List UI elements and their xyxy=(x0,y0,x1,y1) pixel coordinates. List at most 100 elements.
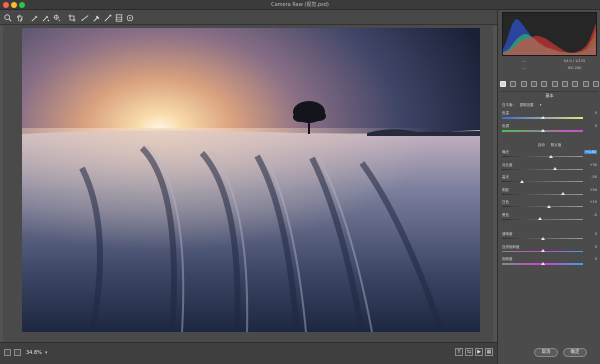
zoom-out-button[interactable] xyxy=(4,349,11,356)
panel-tabs xyxy=(500,81,599,89)
tab-calibration[interactable] xyxy=(572,81,579,87)
slider-handle[interactable] xyxy=(540,261,545,265)
default-button[interactable]: 默认值 xyxy=(551,143,562,148)
slider-handle[interactable] xyxy=(546,204,551,208)
slider-value[interactable]: +50 xyxy=(585,188,597,192)
slider-handle[interactable] xyxy=(540,115,545,119)
red-eye-icon[interactable] xyxy=(103,13,112,22)
tab-effects[interactable] xyxy=(561,81,568,87)
landscape-photo xyxy=(22,28,480,332)
slider-handle[interactable] xyxy=(560,192,565,195)
slider-track[interactable] xyxy=(502,206,583,207)
slider-label: 阴影 xyxy=(502,187,509,192)
slider-value[interactable]: +0.80 xyxy=(584,150,597,154)
slider-label: 清晰度 xyxy=(502,232,513,236)
slider-track[interactable] xyxy=(502,193,583,195)
tab-split-toning[interactable] xyxy=(541,81,548,87)
slider-handle[interactable] xyxy=(540,249,545,252)
slider-label: 对比度 xyxy=(502,162,513,167)
slider-track[interactable] xyxy=(502,181,583,182)
divider xyxy=(501,91,598,92)
tab-lens[interactable] xyxy=(551,81,558,87)
auto-button[interactable]: 自动 xyxy=(538,143,545,148)
slider-value[interactable]: -5 xyxy=(585,213,598,217)
slider-value[interactable]: -50 xyxy=(585,175,597,179)
preview-mode-button[interactable]: Y xyxy=(455,348,463,356)
slider-track[interactable] xyxy=(502,168,583,170)
wb-slider-0[interactable]: 色温 0 xyxy=(502,111,597,120)
tab-hsl[interactable] xyxy=(530,81,537,87)
photo-preview[interactable] xyxy=(22,28,480,332)
white-balance-icon[interactable] xyxy=(30,13,39,22)
tone-slider-4[interactable]: 白色 +15 xyxy=(502,200,597,209)
tone-slider-2[interactable]: 高光 -50 xyxy=(502,175,597,184)
tone-slider-3[interactable]: 阴影 +50 xyxy=(502,188,597,197)
slider-handle[interactable] xyxy=(520,179,525,183)
tone-slider-5[interactable]: 黑色 -5 xyxy=(502,213,597,222)
adjustment-brush-icon[interactable] xyxy=(114,13,123,22)
camera-info-row-2: --- ISO 200 xyxy=(521,66,582,70)
title-bar: Camera Raw (视觉.psd) xyxy=(0,0,600,10)
slider-handle[interactable] xyxy=(552,167,557,170)
slider-value[interactable]: 0 xyxy=(585,232,597,236)
swap-settings-button[interactable]: ⇆ xyxy=(465,348,473,356)
slider-value[interactable]: 0 xyxy=(585,124,597,128)
bottom-bar: 34.8% ▾ Y ⇆ ▶ ▦ xyxy=(0,342,497,364)
presence-slider-2[interactable]: 饱和度 0 xyxy=(502,257,597,266)
tab-snapshots[interactable] xyxy=(592,81,599,87)
window-title: Camera Raw (视觉.psd) xyxy=(271,2,329,8)
tone-slider-1[interactable]: 对比度 +30 xyxy=(502,163,597,172)
presence-slider-0[interactable]: 清晰度 0 xyxy=(502,232,597,241)
slider-label: 高光 xyxy=(502,175,509,179)
hand-icon[interactable] xyxy=(15,13,24,22)
white-balance-select[interactable]: 原照设置 xyxy=(520,103,534,108)
chevron-down-icon[interactable]: ▾ xyxy=(540,103,542,108)
tab-detail[interactable] xyxy=(520,81,527,87)
slider-handle[interactable] xyxy=(538,217,543,220)
slider-value[interactable]: +30 xyxy=(585,163,597,167)
slider-label: 黑色 xyxy=(502,212,509,217)
slider-label: 白色 xyxy=(502,200,509,204)
tab-tone-curve[interactable] xyxy=(510,81,517,87)
preview-canvas[interactable] xyxy=(3,25,493,342)
color-sampler-icon[interactable] xyxy=(41,13,50,22)
zoom-level[interactable]: 34.8% xyxy=(26,350,42,356)
slider-handle[interactable] xyxy=(540,236,545,240)
tone-slider-0[interactable]: 曝光 +0.80 xyxy=(502,150,597,159)
slider-label: 饱和度 xyxy=(502,257,513,261)
crop-icon[interactable] xyxy=(67,13,76,22)
slider-handle[interactable] xyxy=(548,154,553,158)
histogram xyxy=(502,12,597,56)
slider-label: 曝光 xyxy=(502,150,509,154)
section-title: 基本 xyxy=(545,93,554,98)
zoom-control: 34.8% ▾ xyxy=(4,348,47,357)
cancel-button[interactable]: 取消 xyxy=(534,348,558,357)
spot-removal-icon[interactable] xyxy=(92,13,101,22)
zoom-in-button[interactable] xyxy=(14,349,21,356)
slider-value[interactable]: 0 xyxy=(585,111,597,115)
slider-label: 色调 xyxy=(502,124,509,128)
slider-track[interactable] xyxy=(502,156,583,157)
radial-filter-icon[interactable] xyxy=(125,13,134,22)
slider-value[interactable]: 0 xyxy=(585,245,597,249)
slider-track[interactable] xyxy=(502,218,583,220)
toggle-settings-button[interactable]: ▦ xyxy=(485,348,493,356)
wb-slider-1[interactable]: 色调 0 xyxy=(502,124,597,133)
camera-info-row-1: --- f/4.0 / 1/125 xyxy=(521,59,586,63)
copy-settings-button[interactable]: ▶ xyxy=(475,348,483,356)
ok-button[interactable]: 确定 xyxy=(563,348,587,357)
tab-presets[interactable] xyxy=(582,81,589,87)
zoom-icon[interactable] xyxy=(3,13,12,22)
presence-slider-1[interactable]: 自然饱和度 0 xyxy=(502,245,597,254)
chevron-down-icon[interactable]: ▾ xyxy=(45,350,48,356)
straighten-icon[interactable] xyxy=(80,13,89,22)
slider-handle[interactable] xyxy=(540,128,545,132)
tab-basic[interactable] xyxy=(500,81,506,87)
target-adjust-icon[interactable] xyxy=(52,13,61,22)
right-panel: --- f/4.0 / 1/125 --- ISO 200 基本 白平衡: 原照… xyxy=(497,10,600,364)
view-buttons: Y ⇆ ▶ ▦ xyxy=(455,348,493,356)
slider-label: 自然饱和度 xyxy=(502,244,520,249)
auto-default-row: 自动 默认值 xyxy=(498,143,600,148)
slider-value[interactable]: 0 xyxy=(585,257,597,261)
slider-value[interactable]: +15 xyxy=(585,200,597,204)
